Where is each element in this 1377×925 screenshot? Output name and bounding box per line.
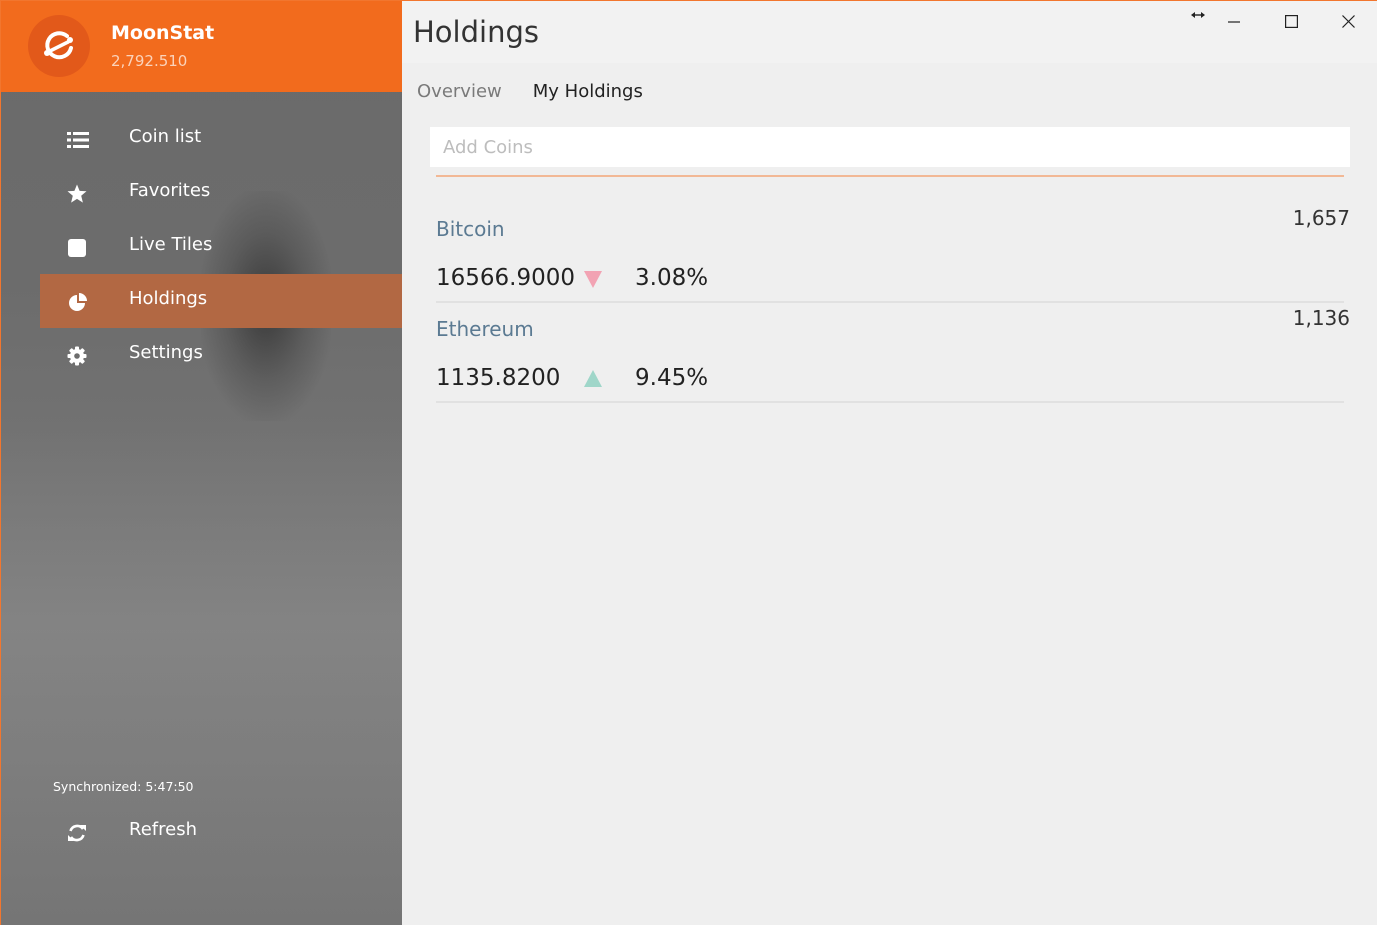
resize-arrows-icon bbox=[1191, 4, 1205, 23]
coin-amount: 1,136 bbox=[1292, 306, 1350, 330]
holding-row-ethereum[interactable]: Ethereum 1,136 1135.8200 9.45% bbox=[436, 301, 1350, 403]
sidebar-item-label: Live Tiles bbox=[129, 234, 213, 255]
coin-price: 16566.9000 bbox=[436, 265, 576, 291]
maximize-button[interactable] bbox=[1271, 7, 1311, 37]
sidebar: MoonStat 2,792.510 Coin list Favorites L… bbox=[1, 1, 402, 925]
app-window: MoonStat 2,792.510 Coin list Favorites L… bbox=[0, 0, 1377, 925]
minimize-icon bbox=[1228, 13, 1240, 32]
sidebar-nav: Coin list Favorites Live Tiles Holdings … bbox=[1, 112, 402, 382]
sidebar-item-coin-list[interactable]: Coin list bbox=[40, 112, 402, 166]
holding-row-bitcoin[interactable]: Bitcoin 1,657 16566.9000 3.08% bbox=[436, 201, 1350, 303]
app-name: MoonStat bbox=[111, 22, 215, 44]
tab-bar: Overview My Holdings bbox=[417, 81, 674, 102]
moonstat-logo-icon bbox=[28, 15, 90, 77]
refresh-icon bbox=[67, 823, 87, 843]
sidebar-item-label: Coin list bbox=[129, 126, 202, 147]
sync-status: Synchronized: 5:47:50 bbox=[53, 779, 194, 794]
page-title: Holdings bbox=[413, 15, 539, 49]
tab-my-holdings[interactable]: My Holdings bbox=[533, 81, 643, 102]
trend-down-icon bbox=[583, 269, 603, 289]
coin-name: Bitcoin bbox=[436, 217, 505, 241]
minimize-button[interactable] bbox=[1214, 7, 1254, 37]
search-underline bbox=[436, 175, 1344, 177]
coin-amount: 1,657 bbox=[1292, 206, 1350, 230]
gear-icon bbox=[67, 346, 87, 366]
sidebar-item-favorites[interactable]: Favorites bbox=[40, 166, 402, 220]
tab-overview[interactable]: Overview bbox=[417, 81, 502, 102]
main-panel: Holdings Overview My Holdings Add Coins … bbox=[402, 1, 1377, 925]
refresh-button[interactable]: Refresh bbox=[40, 804, 402, 858]
row-divider bbox=[436, 401, 1344, 403]
resize-button[interactable] bbox=[1188, 3, 1208, 23]
sidebar-item-label: Holdings bbox=[129, 288, 208, 309]
sidebar-item-label: Favorites bbox=[129, 180, 211, 201]
coin-change: 9.45% bbox=[635, 365, 709, 391]
sidebar-item-holdings[interactable]: Holdings bbox=[40, 274, 402, 328]
pie-chart-icon bbox=[67, 292, 87, 312]
sidebar-item-label: Settings bbox=[129, 342, 203, 363]
star-icon bbox=[67, 184, 87, 204]
sidebar-item-settings[interactable]: Settings bbox=[40, 328, 402, 382]
maximize-icon bbox=[1284, 13, 1298, 32]
coin-price: 1135.8200 bbox=[436, 365, 561, 391]
sidebar-item-live-tiles[interactable]: Live Tiles bbox=[40, 220, 402, 274]
coin-change: 3.08% bbox=[635, 265, 709, 291]
brand-header[interactable]: MoonStat 2,792.510 bbox=[1, 1, 402, 92]
close-icon bbox=[1341, 13, 1355, 32]
close-button[interactable] bbox=[1328, 7, 1368, 37]
list-icon bbox=[67, 130, 89, 150]
trend-up-icon bbox=[583, 369, 603, 389]
tile-icon bbox=[67, 238, 87, 258]
portfolio-value: 2,792.510 bbox=[111, 52, 188, 70]
title-bar: Holdings bbox=[402, 1, 1377, 63]
add-coins-input[interactable] bbox=[430, 127, 1350, 167]
coin-name: Ethereum bbox=[436, 317, 534, 341]
refresh-label: Refresh bbox=[129, 819, 197, 840]
